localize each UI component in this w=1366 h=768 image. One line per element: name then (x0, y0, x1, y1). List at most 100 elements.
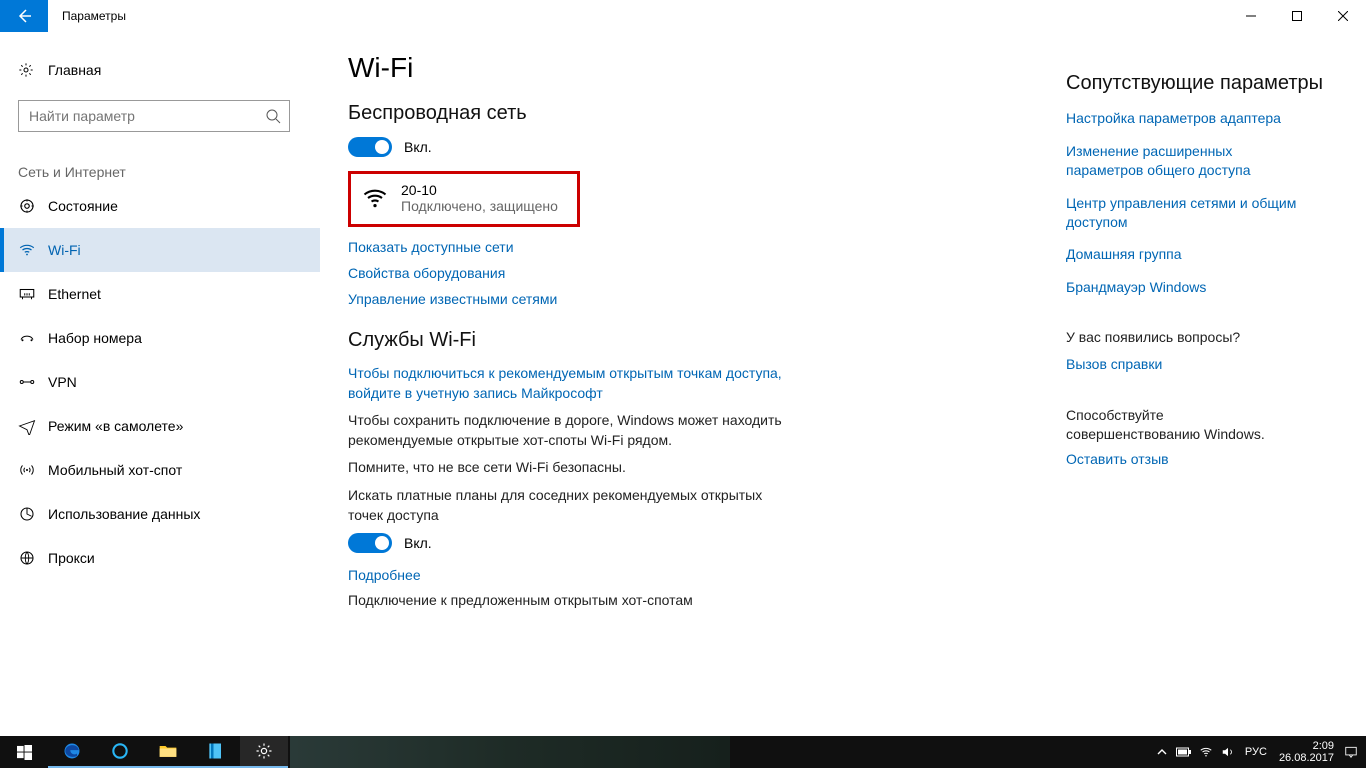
taskbar-explorer[interactable] (144, 736, 192, 768)
sidebar-item-label: Набор номера (48, 330, 142, 346)
sidebar-item-vpn[interactable]: VPN (0, 360, 320, 404)
wifi-toggle-label: Вкл. (404, 139, 432, 155)
link-show-networks[interactable]: Показать доступные сети (348, 239, 1046, 255)
rail-link-adapter[interactable]: Настройка параметров адаптера (1066, 109, 1306, 128)
help-heading: У вас появились вопросы? (1066, 329, 1342, 345)
window-title: Параметры (48, 9, 126, 23)
search-field[interactable] (29, 108, 265, 124)
sidebar-category: Сеть и Интернет (0, 142, 320, 184)
sidebar-item-airplane[interactable]: Режим «в самолете» (0, 404, 320, 448)
sidebar-item-datausage[interactable]: Использование данных (0, 492, 320, 536)
proxy-icon (18, 549, 48, 567)
tray-clock[interactable]: 2:09 26.08.2017 (1273, 740, 1340, 764)
paid-plans-toggle-row: Вкл. (348, 533, 1046, 553)
feedback-heading: Способствуйте совершенствованию Windows. (1066, 406, 1296, 444)
tray-chevron[interactable] (1151, 736, 1173, 768)
body-text: Подключение к предложенным открытым хот-… (348, 591, 788, 611)
page-title: Wi-Fi (348, 52, 1046, 84)
right-rail: Сопутствующие параметры Настройка параме… (1066, 32, 1366, 736)
sidebar-item-label: Ethernet (48, 286, 101, 302)
system-tray: РУС 2:09 26.08.2017 (1151, 736, 1366, 768)
sidebar-item-label: Wi-Fi (48, 242, 81, 258)
search-input[interactable] (18, 100, 290, 132)
taskbar-settings[interactable] (240, 736, 288, 768)
sidebar-item-label: VPN (48, 374, 77, 390)
sidebar-item-dialup[interactable]: Набор номера (0, 316, 320, 360)
taskbar: РУС 2:09 26.08.2017 (0, 736, 1366, 768)
status-icon (18, 197, 48, 215)
dialup-icon (18, 329, 48, 347)
sidebar-item-label: Мобильный хот-спот (48, 462, 182, 478)
sidebar-home[interactable]: Главная (0, 50, 320, 90)
paid-plans-toggle-label: Вкл. (404, 535, 432, 551)
titlebar: Параметры (0, 0, 1366, 32)
hotspot-icon (18, 461, 48, 479)
sidebar-item-hotspot[interactable]: Мобильный хот-спот (0, 448, 320, 492)
sidebar-home-label: Главная (48, 62, 101, 78)
link-hardware-props[interactable]: Свойства оборудования (348, 265, 1046, 281)
tray-battery-icon[interactable] (1173, 736, 1195, 768)
gear-icon (255, 742, 273, 760)
tray-volume-icon[interactable] (1217, 736, 1239, 768)
rail-link-homegroup[interactable]: Домашняя группа (1066, 245, 1306, 264)
wifi-icon (18, 241, 48, 259)
rail-link-firewall[interactable]: Брандмауэр Windows (1066, 278, 1306, 297)
sidebar-item-proxy[interactable]: Прокси (0, 536, 320, 580)
content: Wi-Fi Беспроводная сеть Вкл. 20-10 Подкл… (320, 32, 1066, 736)
edge-icon (62, 741, 82, 761)
close-button[interactable] (1320, 0, 1366, 32)
rail-link-help[interactable]: Вызов справки (1066, 355, 1306, 374)
tray-time: 2:09 (1279, 740, 1334, 752)
network-status: Подключено, защищено (401, 198, 558, 214)
sidebar-item-label: Режим «в самолете» (48, 418, 183, 434)
body-text: Помните, что не все сети Wi-Fi безопасны… (348, 458, 788, 478)
current-network[interactable]: 20-10 Подключено, защищено (348, 171, 580, 227)
start-button[interactable] (0, 736, 48, 768)
sidebar-item-wifi[interactable]: Wi-Fi (0, 228, 320, 272)
network-name: 20-10 (401, 182, 558, 198)
sidebar-item-label: Состояние (48, 198, 118, 214)
link-manage-known[interactable]: Управление известными сетями (348, 291, 1046, 307)
wifi-toggle[interactable] (348, 137, 392, 157)
sidebar-item-label: Прокси (48, 550, 95, 566)
paid-plans-toggle[interactable] (348, 533, 392, 553)
taskbar-edge[interactable] (48, 736, 96, 768)
circle-icon (110, 741, 130, 761)
tray-wifi-icon[interactable] (1195, 736, 1217, 768)
tray-date: 26.08.2017 (1279, 752, 1334, 764)
note-icon (206, 741, 226, 761)
wifi-signal-icon (361, 184, 389, 212)
body-text: Чтобы сохранить подключение в дороге, Wi… (348, 411, 788, 450)
rail-link-feedback[interactable]: Оставить отзыв (1066, 450, 1306, 469)
link-signin-ms[interactable]: Чтобы подключиться к рекомендуемым откры… (348, 364, 788, 403)
gear-icon (18, 62, 48, 78)
airplane-icon (18, 417, 48, 435)
folder-icon (158, 741, 178, 761)
sidebar-item-ethernet[interactable]: Ethernet (0, 272, 320, 316)
windows-icon (17, 745, 32, 760)
taskbar-preview-area (290, 736, 730, 768)
tray-notifications[interactable] (1340, 736, 1362, 768)
ethernet-icon (18, 285, 48, 303)
datausage-icon (18, 505, 48, 523)
minimize-button[interactable] (1228, 0, 1274, 32)
tray-language[interactable]: РУС (1239, 746, 1273, 758)
rail-link-sharing[interactable]: Изменение расширенных параметров общего … (1066, 142, 1306, 180)
search-icon (265, 108, 281, 124)
sidebar-item-status[interactable]: Состояние (0, 184, 320, 228)
maximize-button[interactable] (1274, 0, 1320, 32)
sidebar: Главная Сеть и Интернет Состояние Wi-Fi … (0, 32, 320, 736)
back-button[interactable] (0, 0, 48, 32)
arrow-left-icon (16, 8, 32, 24)
wifi-services-heading: Службы Wi-Fi (348, 329, 1046, 352)
link-more[interactable]: Подробнее (348, 567, 1046, 583)
rail-link-network-center[interactable]: Центр управления сетями и общим доступом (1066, 194, 1306, 232)
related-settings-heading: Сопутствующие параметры (1066, 72, 1342, 95)
vpn-icon (18, 373, 48, 391)
wireless-section-heading: Беспроводная сеть (348, 102, 1046, 125)
taskbar-app-1[interactable] (96, 736, 144, 768)
sidebar-item-label: Использование данных (48, 506, 200, 522)
wifi-toggle-row: Вкл. (348, 137, 1046, 157)
taskbar-app-2[interactable] (192, 736, 240, 768)
body-text: Искать платные планы для соседних рекоме… (348, 486, 788, 525)
